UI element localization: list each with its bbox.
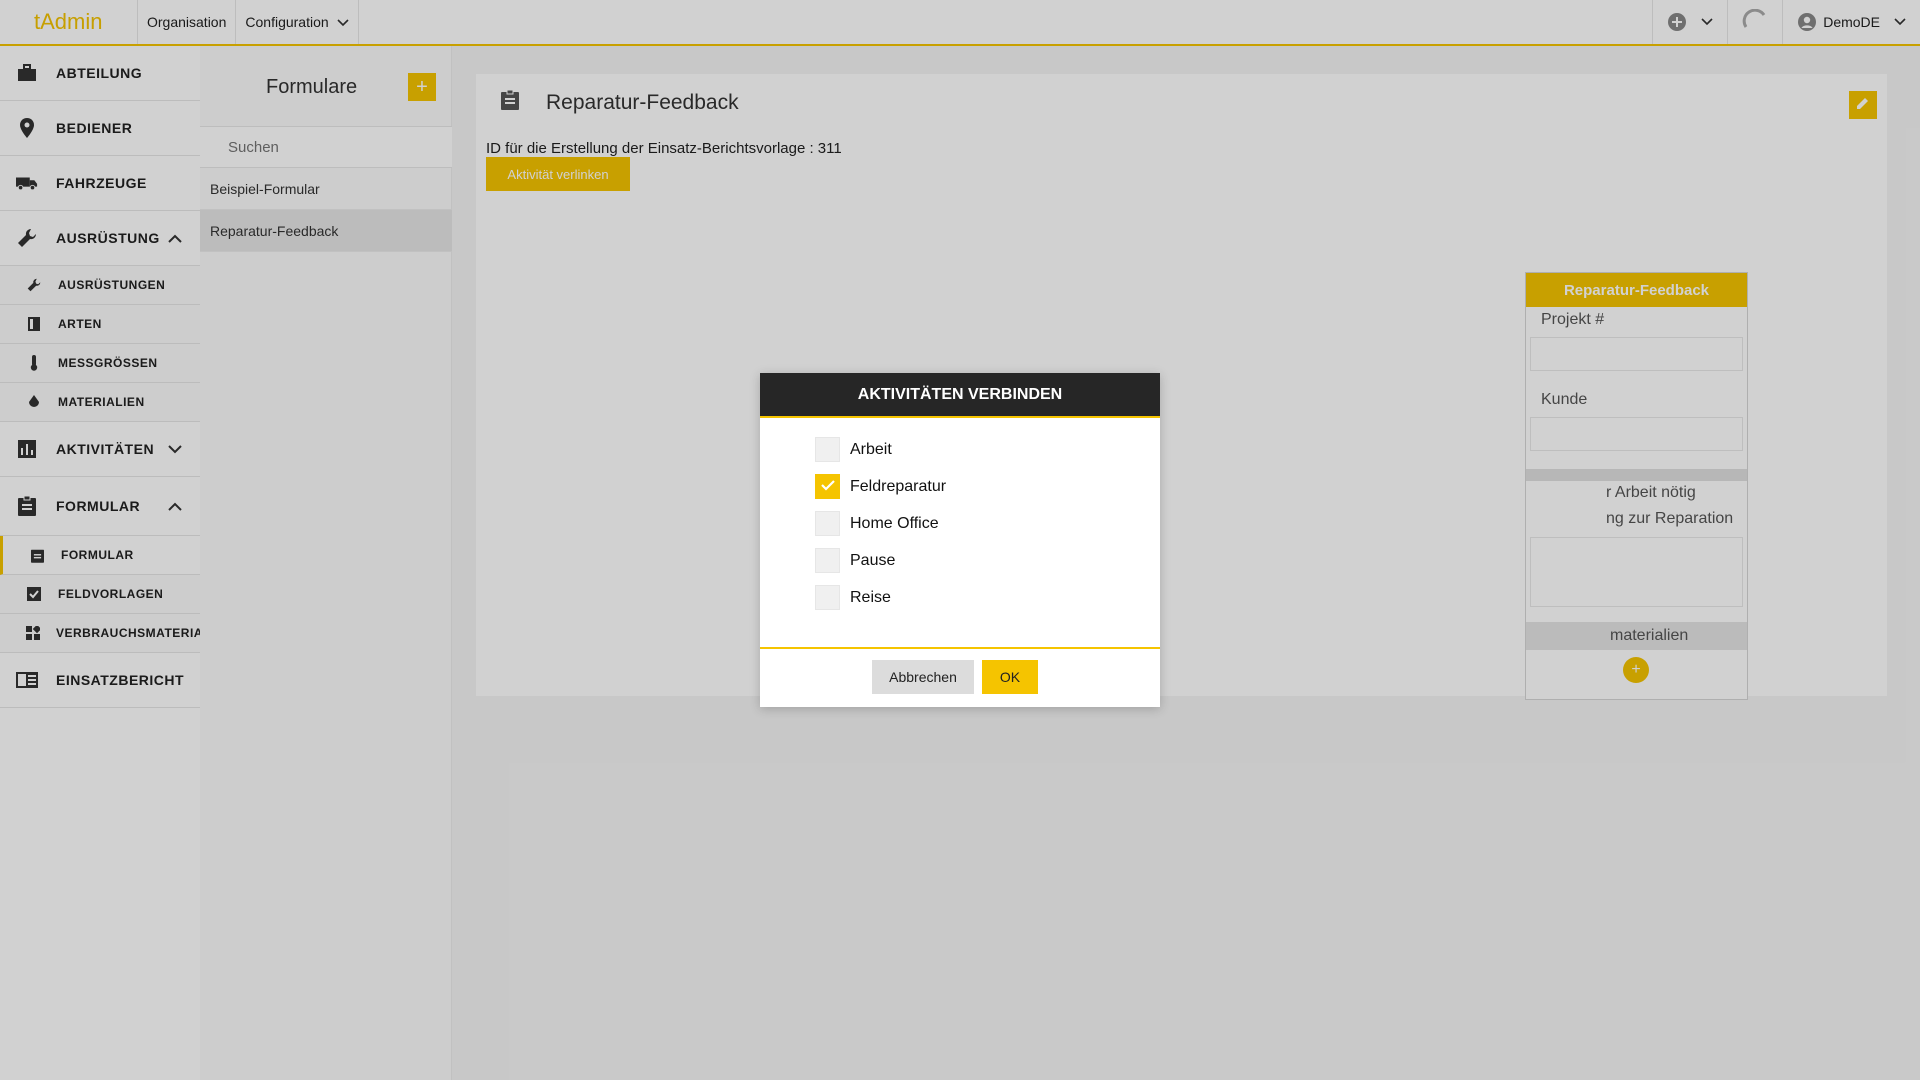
activity-option[interactable]: Reise: [815, 585, 891, 610]
dialog-title: AKTIVITÄTEN VERBINDEN: [760, 373, 1160, 418]
checkbox[interactable]: [815, 437, 840, 462]
ok-button[interactable]: OK: [982, 660, 1038, 694]
checkbox[interactable]: [815, 474, 840, 499]
option-label: Home Office: [850, 514, 939, 532]
activity-option[interactable]: Feldreparatur: [815, 474, 946, 499]
checkbox[interactable]: [815, 548, 840, 573]
dialog-body: Arbeit Feldreparatur Home Office Pause R…: [760, 418, 1160, 649]
activity-option[interactable]: Home Office: [815, 511, 939, 536]
cancel-button[interactable]: Abbrechen: [872, 660, 974, 694]
checkbox[interactable]: [815, 585, 840, 610]
dialog-footer: Abbrechen OK: [760, 649, 1160, 705]
check-icon: [820, 478, 835, 496]
link-activities-dialog: AKTIVITÄTEN VERBINDEN Arbeit Feldreparat…: [760, 373, 1160, 707]
option-label: Reise: [850, 588, 891, 606]
checkbox[interactable]: [815, 511, 840, 536]
activity-option[interactable]: Pause: [815, 548, 895, 573]
option-label: Arbeit: [850, 440, 892, 458]
option-label: Feldreparatur: [850, 477, 947, 495]
option-label: Pause: [850, 551, 896, 569]
activity-option[interactable]: Arbeit: [815, 437, 892, 462]
